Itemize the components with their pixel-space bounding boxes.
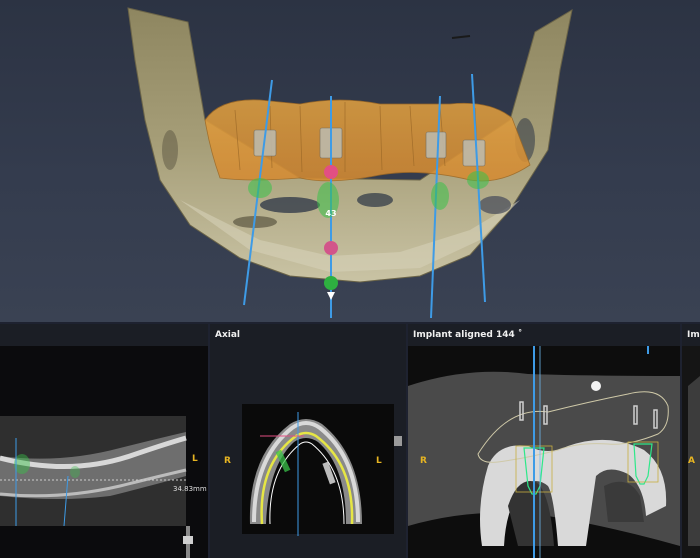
implant-aligned-image[interactable]: R — [408, 346, 680, 558]
orientation-left-label: R — [420, 456, 427, 466]
panel-title: Implant aligned 144 ˚ — [413, 330, 523, 340]
cross-section-panel[interactable]: L — [0, 324, 208, 558]
cross-section-image[interactable]: L — [0, 346, 208, 558]
implant-marker-pink-bottom — [324, 241, 338, 255]
panel-title — [0, 324, 208, 346]
orientation-right-label: L — [192, 454, 198, 464]
distance-measurement: 34.83mm — [173, 485, 207, 493]
implant-partial-image[interactable]: A — [682, 346, 700, 558]
mandible-3d-render: 43 — [127, 7, 573, 319]
panel-title: Axial — [215, 330, 241, 340]
implant-panel-partial[interactable]: Imp A — [682, 324, 700, 558]
orientation-left-label: R — [224, 456, 231, 466]
orientation-left-label: A — [688, 456, 695, 466]
orientation-right-label: L — [376, 456, 382, 466]
implant-marker-pink-top — [324, 165, 338, 179]
axial-panel[interactable]: Axial R L — [210, 324, 406, 558]
implant-marker-green — [324, 276, 338, 290]
implant-aligned-panel[interactable]: Implant aligned 144 ˚ R — [408, 324, 680, 558]
3d-reconstruction-view[interactable]: 43 — [0, 0, 700, 322]
panel-title: Imp — [687, 330, 700, 340]
implant-number-label: 43 — [325, 209, 336, 218]
axial-image[interactable]: R L — [210, 346, 406, 558]
